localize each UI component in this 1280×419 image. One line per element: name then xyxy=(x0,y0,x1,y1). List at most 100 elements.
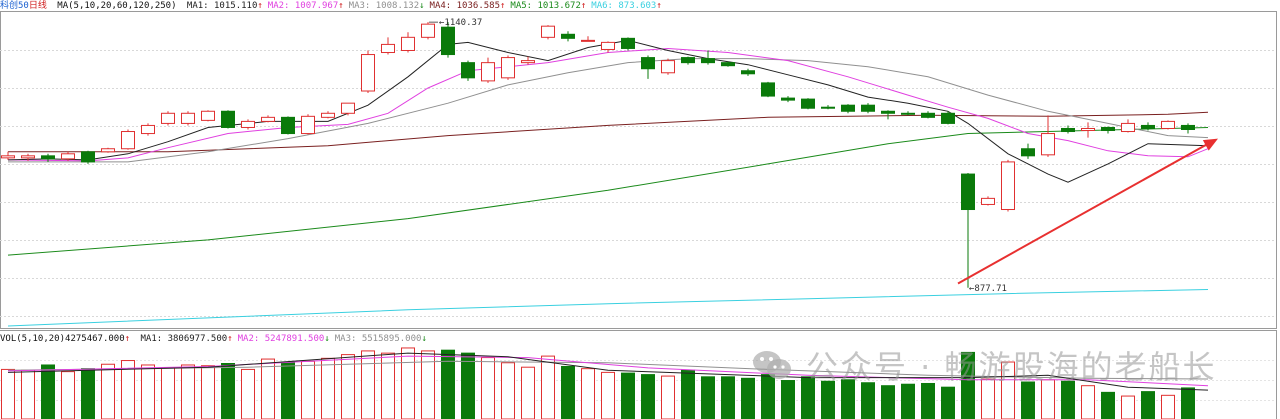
candle-body xyxy=(1141,124,1155,129)
candle-body xyxy=(541,25,555,38)
volume-value-arrow: ↑ xyxy=(124,334,131,344)
candle xyxy=(721,61,735,67)
volume-bar xyxy=(701,376,715,419)
candle-body xyxy=(921,112,935,118)
trend-arrow-shaft xyxy=(957,141,1211,285)
volume-bar xyxy=(261,358,275,419)
candle xyxy=(461,60,475,81)
volume-bar xyxy=(441,349,455,419)
candle xyxy=(941,111,955,125)
candle xyxy=(1181,123,1195,134)
candle xyxy=(841,104,855,114)
volume-bar xyxy=(281,361,295,419)
candle xyxy=(201,110,215,122)
volume-bar xyxy=(861,382,875,419)
candle xyxy=(321,111,335,119)
volume-bar xyxy=(621,372,635,419)
candle xyxy=(221,110,235,129)
candle-body xyxy=(621,37,635,49)
volume-value: 4275467.000 xyxy=(65,334,125,344)
volume-bar xyxy=(941,386,955,419)
candle-body xyxy=(1121,122,1135,133)
candle xyxy=(141,123,155,136)
candle-body xyxy=(81,151,95,163)
candle-body xyxy=(421,23,435,38)
volume-bar xyxy=(1141,391,1155,419)
candle-body xyxy=(1,155,15,159)
candle-body xyxy=(821,106,835,109)
high-label: ←1140.37 xyxy=(439,18,482,28)
candle xyxy=(781,96,795,103)
candle xyxy=(801,98,815,110)
vol-ma-readout-ma1: MA1: 3806977.500↑ xyxy=(140,334,233,344)
candle xyxy=(301,114,315,135)
kline-chart: 科创50日线 MA(5,10,20,60,120,250) MA1: 1015.… xyxy=(0,0,1280,419)
volume-bar xyxy=(201,365,215,419)
candle-body xyxy=(941,112,955,124)
volume-bar xyxy=(541,355,555,419)
candle-body xyxy=(341,102,355,114)
candle xyxy=(421,22,435,40)
volume-bar xyxy=(721,376,735,419)
candle-body xyxy=(441,26,455,56)
candle xyxy=(401,32,415,53)
candle-body xyxy=(401,36,415,51)
candle-body xyxy=(241,120,255,128)
candle-body xyxy=(861,104,875,112)
candle xyxy=(161,111,175,126)
candle-body xyxy=(141,124,155,135)
volume-bar xyxy=(921,382,935,419)
volume-bar xyxy=(481,357,495,419)
volume-panel-header: VOL(5,10,20)4275467.000↑ MA1: 3806977.50… xyxy=(0,333,437,345)
volume-bar xyxy=(1161,394,1175,419)
candle xyxy=(381,37,395,55)
candle xyxy=(901,111,915,116)
candle-body xyxy=(761,82,775,97)
volume-bar xyxy=(1,368,15,419)
candle xyxy=(481,57,495,83)
volume-bar xyxy=(641,374,655,419)
candle xyxy=(881,110,895,120)
volume-bar xyxy=(521,366,535,419)
candle-body xyxy=(1101,126,1115,132)
volume-bar xyxy=(561,365,575,419)
wechat-icon xyxy=(753,351,791,379)
price-panel-frame xyxy=(0,11,1277,329)
volume-label: VOL(5,10,20) xyxy=(0,334,66,344)
volume-bar xyxy=(461,352,475,419)
candle xyxy=(361,50,375,94)
volume-bar xyxy=(101,363,115,419)
volume-bar xyxy=(1181,387,1195,419)
candle-body xyxy=(981,197,995,205)
volume-bar xyxy=(681,369,695,419)
candle xyxy=(981,196,995,206)
volume-bar xyxy=(901,383,915,419)
volume-bar xyxy=(321,357,335,419)
candle xyxy=(641,55,655,79)
volume-bar xyxy=(181,364,195,419)
candle xyxy=(581,36,595,42)
candle-body xyxy=(21,155,35,159)
candle-body xyxy=(221,110,235,128)
volume-bar xyxy=(41,364,55,419)
vol-ma-readout-ma3: MA3: 5515895.000↓ xyxy=(334,334,427,344)
candle-body xyxy=(261,116,275,122)
candle-body xyxy=(181,112,195,124)
volume-bar xyxy=(361,350,375,419)
candle-body xyxy=(721,62,735,67)
low-label: ←877.71 xyxy=(969,284,1007,294)
volume-bar xyxy=(301,360,315,419)
candle xyxy=(181,111,195,126)
watermark: 公众号 · 畅游股海的老船长 xyxy=(752,343,1217,387)
volume-bar xyxy=(81,368,95,419)
candle xyxy=(1001,159,1015,212)
volume-bar xyxy=(881,385,895,419)
candle xyxy=(281,116,295,135)
candle xyxy=(961,173,975,288)
volume-bar xyxy=(241,368,255,419)
candle xyxy=(821,105,835,110)
volume-bar xyxy=(161,367,175,419)
candle-body xyxy=(901,112,915,115)
volume-bar xyxy=(581,368,595,419)
candle xyxy=(241,119,255,130)
